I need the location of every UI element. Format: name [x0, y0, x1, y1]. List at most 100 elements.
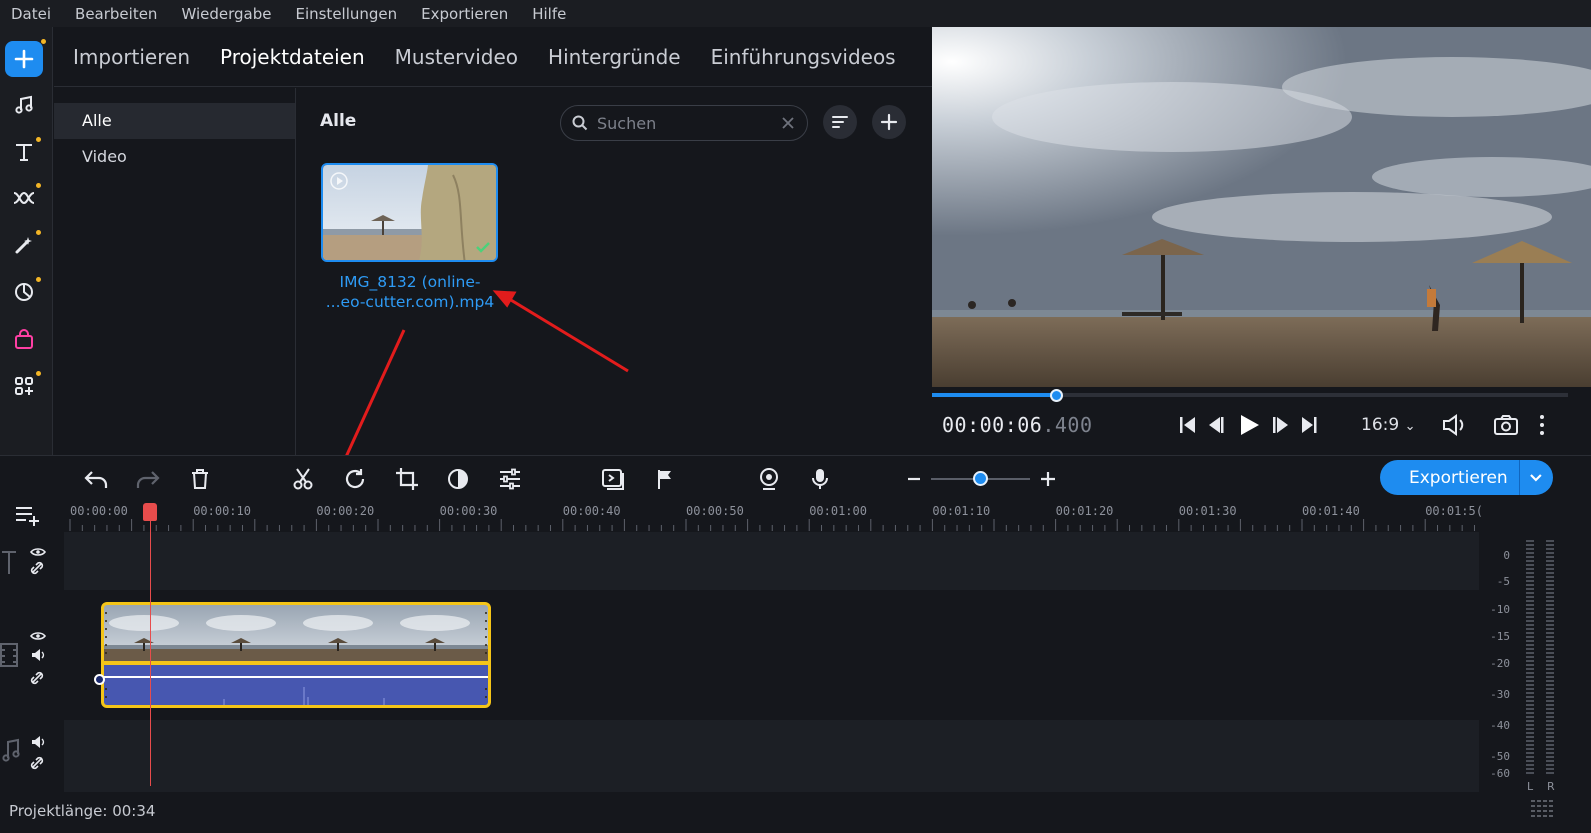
- webcam-record-button[interactable]: [755, 465, 783, 493]
- meter-segment: [1526, 600, 1534, 602]
- tab-hintergruende[interactable]: Hintergründe: [548, 45, 681, 69]
- ruler-label: 00:01:00: [809, 504, 867, 518]
- link-off-icon: [30, 561, 44, 575]
- search-input[interactable]: Suchen: [597, 114, 656, 133]
- video-clip[interactable]: [101, 602, 491, 708]
- menu-wiedergabe[interactable]: Wiedergabe: [181, 5, 271, 23]
- menu-einstellungen[interactable]: Einstellungen: [295, 5, 397, 23]
- effects-tool-button[interactable]: [5, 227, 43, 263]
- transition-icon: [13, 191, 35, 205]
- audio-track[interactable]: [64, 720, 1479, 792]
- crop-button[interactable]: [393, 465, 421, 493]
- meter-segment: [1526, 636, 1534, 638]
- progress-handle[interactable]: [1049, 389, 1063, 402]
- chevron-down-icon[interactable]: [1520, 470, 1553, 486]
- playhead-line: [150, 520, 151, 786]
- meter-segment: [1526, 756, 1534, 758]
- scissors-icon: [293, 468, 313, 490]
- volume-icon[interactable]: [1441, 413, 1471, 437]
- meter-segment: [1526, 760, 1534, 762]
- sort-button[interactable]: [823, 105, 857, 139]
- search-box[interactable]: Suchen: [560, 105, 808, 141]
- add-files-button[interactable]: [5, 39, 46, 77]
- play-icon: [1241, 415, 1259, 435]
- meter-segment: [1546, 640, 1554, 642]
- meter-db-label: -30: [1490, 688, 1510, 701]
- media-section-title: Alle: [320, 111, 357, 131]
- voiceover-button[interactable]: [806, 465, 834, 493]
- tab-mustervideo[interactable]: Mustervideo: [395, 45, 518, 69]
- meter-segment: [1526, 752, 1534, 754]
- more-tools-button[interactable]: [5, 368, 43, 404]
- delete-button[interactable]: [186, 465, 214, 493]
- webcam-icon: [760, 468, 778, 490]
- store-tool-button[interactable]: [5, 322, 43, 358]
- export-button[interactable]: Exportieren: [1380, 460, 1553, 495]
- stickers-tool-button[interactable]: [5, 274, 43, 310]
- aspect-ratio-dropdown[interactable]: 16:9 ⌄: [1361, 415, 1416, 435]
- text-track-icon: [2, 551, 16, 574]
- meter-segment: [1546, 732, 1554, 734]
- meter-segment: [1546, 764, 1554, 766]
- video-preview[interactable]: [932, 27, 1591, 387]
- menu-hilfe[interactable]: Hilfe: [532, 5, 566, 23]
- transitions-tool-button[interactable]: [5, 180, 43, 216]
- zoom-out-button[interactable]: [900, 465, 928, 493]
- music-note-icon: [15, 95, 33, 114]
- notify-dot: [36, 137, 41, 142]
- zoom-slider-handle[interactable]: [973, 471, 988, 486]
- clear-icon[interactable]: [781, 116, 795, 130]
- titles-tool-button[interactable]: [5, 134, 43, 170]
- meter-segment: [1546, 752, 1554, 754]
- meter-segment: [1526, 712, 1534, 714]
- meter-segment: [1526, 588, 1534, 590]
- meter-segment: [1546, 684, 1554, 686]
- clip-properties-button[interactable]: [496, 465, 524, 493]
- marker-button[interactable]: [651, 465, 679, 493]
- music-tool-button[interactable]: [5, 87, 43, 123]
- meter-settings-icon[interactable]: [1529, 798, 1555, 818]
- meter-segment: [1546, 580, 1554, 582]
- redo-button[interactable]: [134, 465, 162, 493]
- meter-segment: [1526, 576, 1534, 578]
- more-vertical-icon[interactable]: [1536, 413, 1548, 437]
- insert-clip-button[interactable]: [599, 465, 627, 493]
- meter-segment: [1526, 572, 1534, 574]
- tab-einfuehrungsvideos[interactable]: Einführungsvideos: [711, 45, 896, 69]
- plus-icon: [14, 49, 34, 69]
- link-off-icon: [30, 671, 44, 685]
- meter-segment: [1546, 748, 1554, 750]
- add-track-icon[interactable]: [14, 502, 44, 528]
- category-item-alle[interactable]: Alle: [54, 103, 295, 139]
- rotate-button[interactable]: [341, 465, 369, 493]
- menu-bearbeiten[interactable]: Bearbeiten: [75, 5, 157, 23]
- camera-icon[interactable]: [1493, 413, 1519, 437]
- cut-button[interactable]: [289, 465, 317, 493]
- meter-db-label: -50: [1490, 750, 1510, 763]
- category-item-video[interactable]: Video: [54, 139, 295, 175]
- meter-segment: [1546, 668, 1554, 670]
- tab-importieren[interactable]: Importieren: [73, 45, 190, 69]
- zoom-in-button[interactable]: [1034, 465, 1062, 493]
- project-length-status: Projektlänge: 00:34: [9, 802, 156, 820]
- meter-db-label: -20: [1490, 657, 1510, 670]
- playhead-handle[interactable]: [143, 503, 157, 521]
- volume-keyframe-handle[interactable]: [94, 674, 105, 685]
- menu-datei[interactable]: Datei: [11, 5, 51, 23]
- tab-projektdateien[interactable]: Projektdateien: [220, 45, 365, 69]
- media-thumbnail[interactable]: [321, 163, 498, 262]
- media-file-name[interactable]: IMG_8132 (online- ...eo-cutter.com).mp4: [310, 272, 510, 312]
- text-track[interactable]: [64, 532, 1479, 590]
- meter-bars: [1526, 540, 1554, 774]
- color-adjust-button[interactable]: [444, 465, 472, 493]
- meter-segment: [1546, 648, 1554, 650]
- preview-frame-image: [932, 27, 1591, 387]
- meter-db-label: -40: [1490, 719, 1510, 732]
- meter-segment: [1546, 728, 1554, 730]
- menu-exportieren[interactable]: Exportieren: [421, 5, 508, 23]
- add-media-button[interactable]: [872, 105, 906, 139]
- menu-bar: Datei Bearbeiten Wiedergabe Einstellunge…: [0, 0, 1591, 27]
- undo-button[interactable]: [82, 465, 110, 493]
- meter-segment: [1546, 652, 1554, 654]
- meter-segment: [1526, 648, 1534, 650]
